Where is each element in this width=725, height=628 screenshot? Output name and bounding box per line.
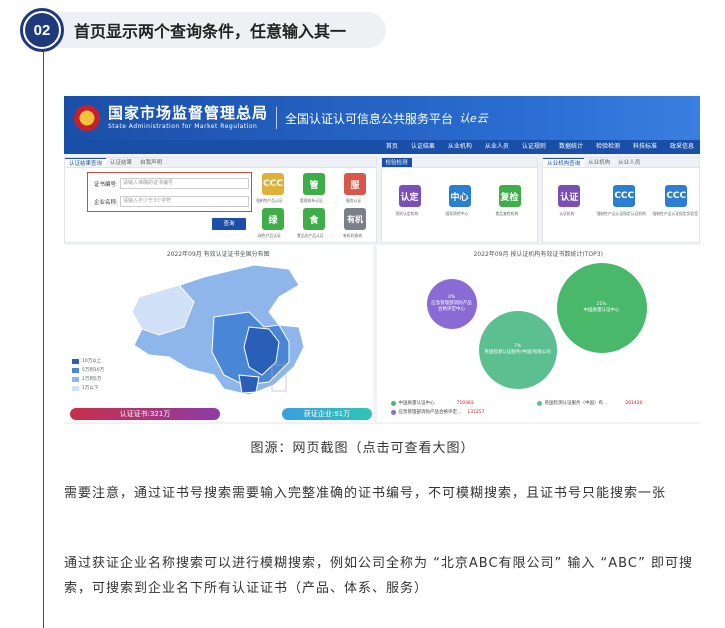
platform-logo: 认e云 [459,112,488,125]
tile-label: 认证机构 [559,211,575,216]
cert-no-row: 证书编号: 请输入准确的证书编号 [94,178,249,189]
service-icon[interactable]: 服 [344,173,366,195]
inspection-title: 检验检测 [381,158,412,167]
nav-item[interactable]: 从业机构 [448,140,472,154]
bubble-legend-item: 中国质量认证中心 710363 [390,400,474,406]
embedded-screenshot[interactable]: 国家市场监督管理总局 State Administration for Mark… [64,96,700,424]
legend-item: 1万以下 [72,385,104,391]
green-product-icon[interactable]: 绿 [262,208,284,230]
china-map [131,264,305,396]
tile-label: 食品农产品认证 [297,233,324,238]
cert-query-panel: 认证结果查询 认证结果 自我声明 证书编号: 请输入准确的证书编号 企业名称: … [64,157,377,243]
tile-label: 资质认定机构 [395,211,419,216]
nav-item[interactable]: 科技标准 [633,140,657,154]
org-name: 国家市场监督管理总局 State Administration for Mark… [108,106,268,130]
legend-item: 5万到10万 [72,367,104,373]
tile-label: 有机码查询 [343,233,362,238]
section-title: 首页显示两个查询条件，任意输入其一 [56,12,386,48]
bubble-legend-item: 英国检测认证服务（中国）有... 261420 [536,400,643,406]
tab-org[interactable]: 从业机构 [584,158,614,167]
nav-item[interactable]: 首页 [386,140,398,154]
tile-label: 国家质检中心 [445,211,469,216]
tab-org-query[interactable]: 从业机构查询 [543,158,585,167]
org-name-en: State Administration for Market Regulati… [108,123,258,130]
center-icon[interactable]: 中心 [448,185,471,207]
national-emblem-icon [74,105,100,131]
tab-cert-query[interactable]: 认证结果查询 [65,158,107,167]
inspection-panel: 检验检测 认定 资质认定机构 中心 国家质检中心 复检 食品复检机构 [380,157,539,243]
food-icon[interactable]: 食 [303,208,325,230]
tile-label: 服务认证 [346,198,362,203]
paragraph-company-note: 通过获证企业名称搜索可以进行模糊搜索，例如公司全称为 “北京ABC有限公司” 输… [64,556,694,596]
map-legend: 10万以上 5万到10万 1万到5万 1万以下 [72,358,104,394]
nav-item[interactable]: 从业人员 [485,140,509,154]
section-header: 02 首页显示两个查询条件，任意输入其一 [20,8,392,52]
search-highlight-box: 证书编号: 请输入准确的证书编号 企业名称: 请输入不少于3个字符 [87,172,252,212]
company-label: 企业名称: [94,199,118,206]
platform-name: 全国认证认可信息公共服务平台 [285,111,454,126]
tile-label: 食品复检机构 [495,211,519,216]
recheck-icon[interactable]: 复检 [498,185,521,207]
bubble-chart: 2022年09月 按认证机构有效证书数统计(TOP3) 4% 应急管理部消防产品合… [376,245,700,422]
tile-label: 绿色产品认证 [258,233,281,238]
tab-self-declare[interactable]: 自我声明 [136,158,166,167]
bubble-cqc: 21% 中国质量认证中心 [556,263,647,353]
nav-item[interactable]: 认证规则 [522,140,546,154]
bubble-title: 2022年09月 按认证机构有效证书数统计(TOP3) [473,251,603,258]
site-header: 国家市场监督管理总局 State Administration for Mark… [64,96,700,140]
query-button[interactable]: 查询 [212,218,246,230]
org-name-cn: 国家市场监督管理总局 [108,104,269,122]
legend-label: 10万以上 [82,359,102,364]
tile-label: 强制性产品认证指定认证机构 [596,211,646,216]
section-number: 02 [25,13,59,47]
company-total-bar: 获证企业:91万 [282,408,372,420]
timeline-line [43,50,44,628]
qualification-icon[interactable]: 认定 [398,185,421,207]
legend-item: 1万到5万 [72,376,104,382]
cert-no-label: 证书编号: [94,181,118,188]
cert-total-bar: 认证证书:321万 [70,408,220,420]
company-row: 企业名称: 请输入不少于3个字符 [94,196,249,207]
bubble-fire: 4% 应急管理部消防产品合格评定中心 [426,279,477,329]
nav-item[interactable]: 数据统计 [559,140,583,154]
section-number-badge: 02 [20,8,64,52]
tab-staff[interactable]: 从业人员 [614,158,644,167]
paragraph-cert-no-note: 需要注意，通过证书号搜索需要输入完整准确的证书编号，不可模糊搜索，且证书号只能搜… [64,486,667,501]
tile-label: 强制性产品认证指定实验室 [652,211,699,216]
ccc-icon[interactable]: CCC [262,173,284,195]
legend-label: 5万到10万 [82,368,105,373]
ccc-lab-icon[interactable]: CCC [665,185,688,207]
legend-label: 1万到5万 [82,377,102,382]
map-chart: 2022年09月 有效认证证书全国分布图 10万以上 5万到10万 1万到5万 … [64,245,373,422]
tile-label: 强制性产品认证 [256,198,283,203]
org-panel: 从业机构查询 从业机构 从业人员 认证 认证机构 CCC 强制性产品认证指定认证… [542,157,700,243]
site-nav: 首页 认证结果 从业机构 从业人员 认证规则 数据统计 检验检测 科技标准 政采… [64,140,700,154]
nav-item[interactable]: 政采信息 [670,140,694,154]
company-input[interactable]: 请输入不少于3个字符 [120,196,249,207]
legend-label: 1万以下 [82,386,99,391]
legend-item: 10万以上 [72,358,104,364]
image-caption[interactable]: 图源：网页截图（点击可查看大图） [0,437,725,456]
management-icon[interactable]: 管 [303,173,325,195]
bubble-intertek: 7% 英国检测认证服务(中国)有限公司 [478,311,557,389]
header-divider [276,107,278,129]
nav-item[interactable]: 检验检测 [596,140,620,154]
tile-label: 管理体系认证 [300,198,323,203]
tab-cert-result[interactable]: 认证结果 [106,158,136,167]
cert-org-icon[interactable]: 认证 [558,185,581,207]
cert-no-input[interactable]: 请输入准确的证书编号 [120,178,249,189]
organic-icon[interactable]: 有机 [344,208,366,230]
nav-item[interactable]: 认证结果 [411,140,435,154]
ccc-org-icon[interactable]: CCC [613,185,636,207]
bubble-legend-item: 应急管理部消防产品合格评定... 137257 [390,409,485,415]
